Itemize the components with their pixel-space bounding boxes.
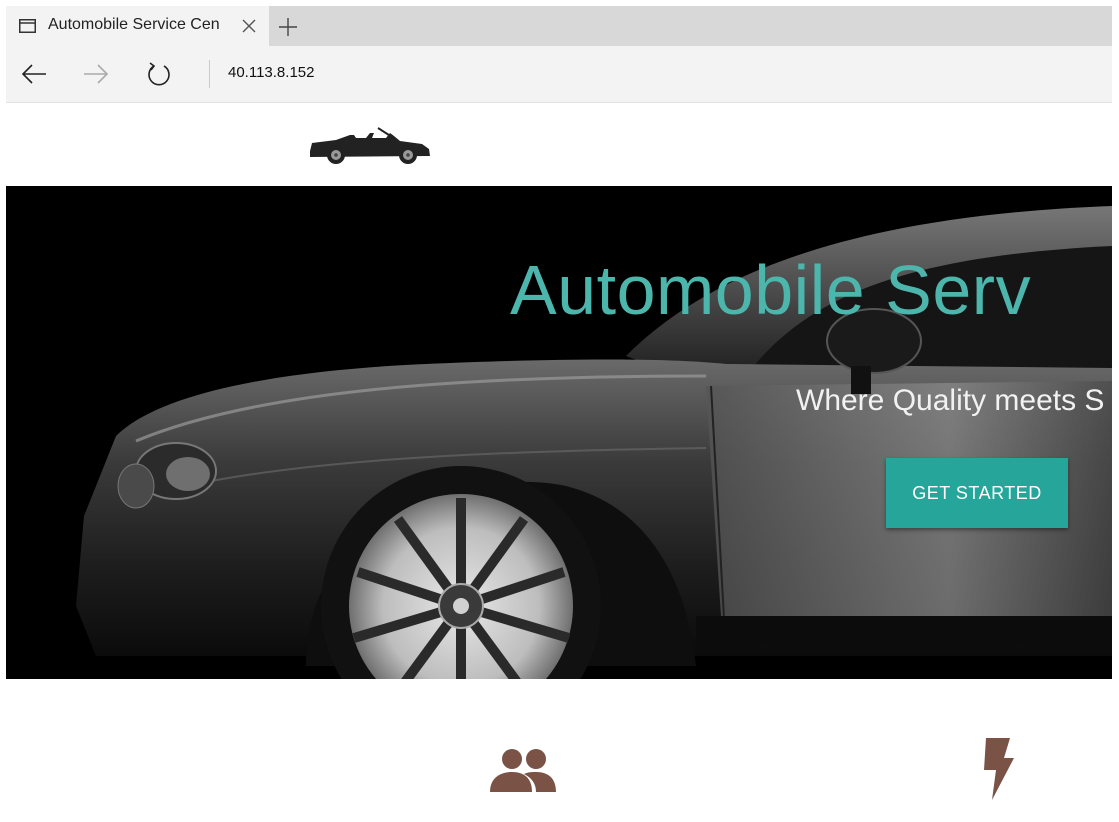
hero-title: Automobile Serv	[510, 251, 1032, 329]
browser-tab-bar: Automobile Service Cen	[6, 6, 1112, 46]
tab-page-icon	[19, 19, 36, 33]
address-bar[interactable]: 40.113.8.152	[228, 64, 314, 81]
refresh-icon[interactable]	[145, 60, 173, 88]
features-section	[6, 680, 1112, 822]
tab-title: Automobile Service Cen	[48, 16, 220, 33]
site-header	[6, 103, 1112, 185]
forward-arrow-icon[interactable]	[82, 60, 110, 88]
hero-subtitle: Where Quality meets S	[796, 384, 1105, 417]
get-started-button[interactable]: GET STARTED	[886, 458, 1068, 528]
new-tab-icon[interactable]	[277, 16, 299, 38]
nav-separator	[209, 60, 210, 88]
hero-banner: Automobile Serv Where Quality meets S GE…	[6, 186, 1112, 679]
browser-tab[interactable]: Automobile Service Cen	[6, 6, 269, 46]
group-icon	[490, 749, 556, 792]
convertible-car-icon[interactable]	[306, 123, 432, 165]
close-tab-icon[interactable]	[239, 16, 259, 36]
flash-icon	[984, 738, 1014, 800]
browser-nav-bar: 40.113.8.152	[6, 46, 1112, 103]
back-arrow-icon[interactable]	[20, 60, 48, 88]
